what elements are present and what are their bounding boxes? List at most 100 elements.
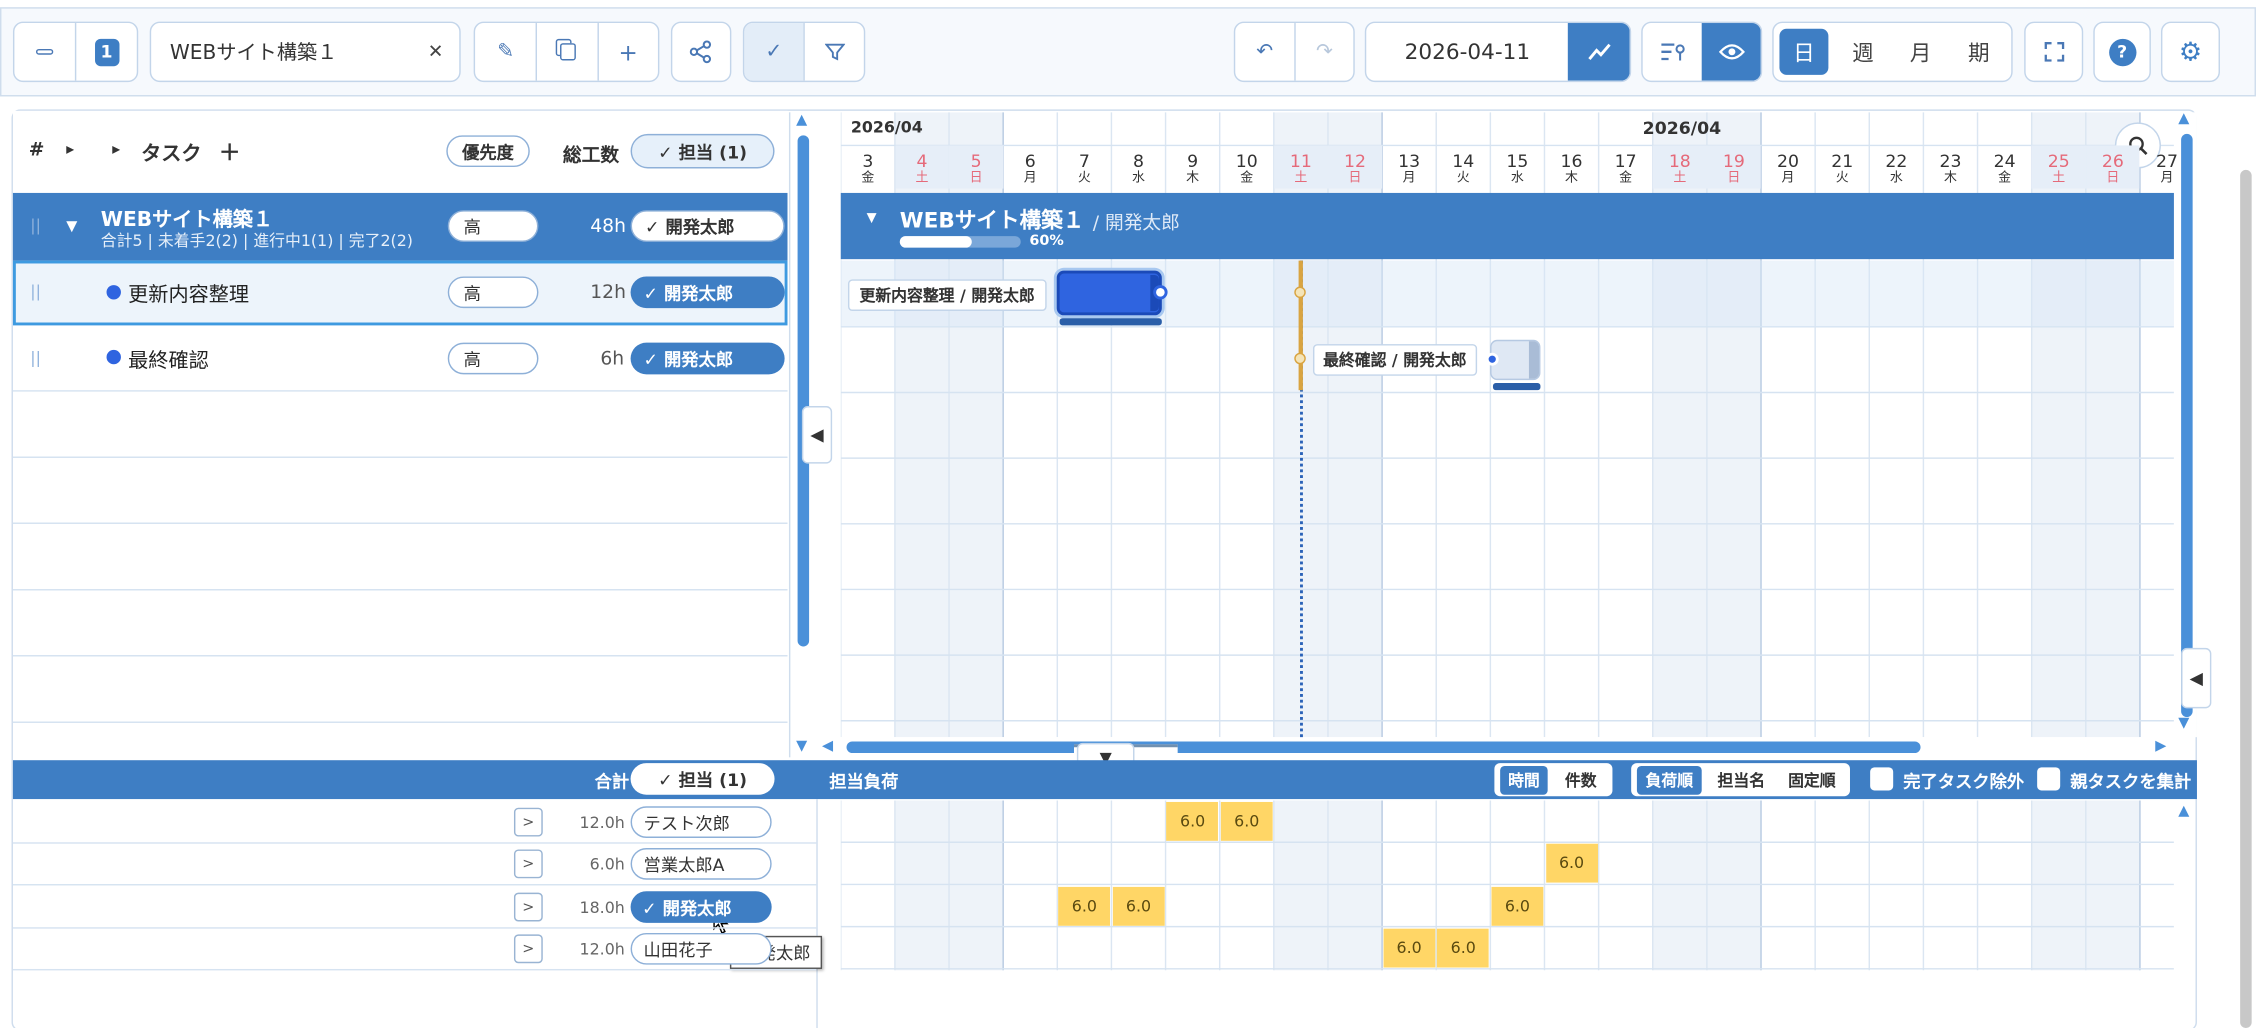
drag-handle-icon[interactable]: ||	[30, 348, 41, 367]
load-row	[12, 968, 817, 971]
task-bar[interactable]	[1056, 270, 1162, 316]
task-assignee[interactable]: ✓ 開発太郎	[630, 276, 785, 309]
timeline-scroll-thumb[interactable]	[2181, 133, 2193, 718]
expand-all-icon[interactable]: ▸	[66, 140, 74, 159]
sort-fixed-button[interactable]: 固定順	[1779, 766, 1844, 795]
expand-assignee-button[interactable]: >	[513, 849, 543, 879]
add-button[interactable]: +	[596, 23, 658, 81]
assignee-pill[interactable]: 営業太郎A	[630, 848, 772, 880]
view-day-button[interactable]: 日	[1774, 23, 1834, 81]
aggregate-parent-checkbox[interactable]	[2037, 767, 2061, 791]
today-dot	[1294, 352, 1306, 365]
weekday-label: 火	[1456, 171, 1470, 186]
exclude-done-checkbox[interactable]	[1870, 767, 1894, 791]
day-number: 14	[1452, 151, 1475, 172]
task-assignee[interactable]: ✓ 開発太郎	[630, 342, 785, 375]
scroll-up-icon[interactable]: ▲	[2178, 111, 2189, 127]
weekday-label: 月	[1402, 171, 1416, 186]
load-scroll-up-icon[interactable]: ▲	[2178, 803, 2189, 819]
dependency-handle[interactable]	[1153, 285, 1168, 300]
check-icon: ✓	[765, 40, 783, 64]
project-priority[interactable]: 高	[447, 210, 539, 242]
task-name: 更新内容整理	[128, 283, 250, 307]
day-number: 20	[1777, 151, 1800, 172]
collapse-project-icon[interactable]: ▼	[867, 212, 877, 226]
weekday-label: 水	[1131, 171, 1145, 186]
collapse-right-panel-button[interactable]: ◀	[2181, 647, 2212, 709]
project-selector[interactable]: WEBサイト構築１ ✕	[149, 21, 461, 83]
view-month-button[interactable]: 月	[1892, 23, 1950, 81]
dependency-handle[interactable]	[1485, 352, 1499, 366]
clear-icon[interactable]: ✕	[428, 41, 444, 63]
share-button[interactable]	[670, 21, 732, 83]
add-task-icon[interactable]: ＋	[219, 137, 241, 167]
load-cell: 6.0	[1112, 886, 1165, 926]
weekday-label: 日	[2106, 171, 2120, 186]
filter-button[interactable]	[803, 23, 863, 81]
weekday-label: 土	[2052, 171, 2066, 186]
scroll-down-icon[interactable]: ▼	[796, 739, 807, 755]
unit-hours-button[interactable]: 時間	[1500, 765, 1548, 795]
drag-handle-icon[interactable]: ||	[30, 282, 41, 301]
project-bar-owner: / 開発太郎	[1092, 213, 1180, 235]
expand-assignee-button[interactable]: >	[513, 892, 543, 922]
view-day-label: 日	[1779, 28, 1829, 75]
day-header-cell: 25 土	[2031, 145, 2086, 189]
collapse-project-icon[interactable]: ▼	[66, 219, 77, 235]
scroll-right-icon[interactable]: ▶	[2155, 739, 2166, 755]
view-period-button[interactable]: 期	[1949, 23, 2008, 81]
day-header-cell: 14 火	[1436, 145, 1490, 188]
view-month-label: 月	[1909, 39, 1932, 66]
scroll-left-icon[interactable]: ◀	[822, 739, 833, 755]
task-table-scroll-thumb[interactable]	[797, 135, 810, 647]
redo-button[interactable]: ↷	[1294, 23, 1353, 81]
page-number-button[interactable]: 1	[74, 23, 137, 81]
assignee-pill[interactable]: 山田花子	[630, 932, 772, 965]
task-priority[interactable]: 高	[447, 342, 539, 375]
task-priority[interactable]: 高	[447, 276, 539, 309]
help-button[interactable]: ?	[2093, 21, 2151, 83]
scroll-down-icon[interactable]: ▼	[2178, 716, 2189, 732]
priority-header-button[interactable]: 優先度	[446, 135, 530, 168]
weekday-label: 水	[1889, 171, 1903, 186]
project-assignee[interactable]: ✓ 開発太郎	[630, 210, 785, 242]
load-assignee-filter-button[interactable]: ✓ 担当 (1)	[630, 763, 775, 795]
assignee-pill[interactable]: テスト次郎	[630, 806, 772, 838]
edit-button[interactable]: ✎	[475, 23, 536, 81]
date-input[interactable]: 2026-04-11	[1366, 23, 1568, 81]
weekday-label: 土	[1294, 171, 1308, 186]
drag-handle-icon[interactable]: ||	[30, 216, 41, 235]
timeline-hscroll-thumb[interactable]	[846, 741, 1921, 754]
critical-path-button[interactable]	[1643, 23, 1702, 81]
unit-count-button[interactable]: 件数	[1555, 766, 1607, 795]
undo-button[interactable]: ↶	[1235, 23, 1294, 81]
collapse-button[interactable]	[14, 23, 74, 81]
weekday-label: 土	[915, 171, 929, 186]
sort-load-button[interactable]: 負荷順	[1636, 765, 1702, 795]
expand-assignee-button[interactable]: >	[513, 807, 543, 837]
fullscreen-button[interactable]	[2024, 21, 2084, 83]
month-label-left: 2026/04	[850, 118, 923, 137]
window-scrollbar-thumb[interactable]	[2240, 169, 2252, 1028]
today-button[interactable]	[1568, 23, 1630, 81]
project-progress-fill	[899, 236, 973, 248]
copy-icon	[559, 43, 576, 61]
today-marker	[1298, 260, 1303, 391]
copy-button[interactable]	[536, 23, 597, 81]
visibility-button[interactable]	[1701, 23, 1761, 81]
weekday-label: 金	[1619, 171, 1633, 186]
assignee-pill[interactable]: ✓ 開発太郎	[630, 891, 772, 923]
settings-button[interactable]: ⚙	[2160, 21, 2220, 83]
day-number: 24	[1993, 151, 2016, 172]
task-bar-resize-handle[interactable]	[1528, 341, 1540, 379]
view-week-button[interactable]: 週	[1834, 23, 1892, 81]
collapse-left-panel-button[interactable]: ◀	[801, 406, 833, 464]
expand-level-icon[interactable]: ▸	[112, 140, 120, 159]
month-label-center: 2026/04	[1642, 118, 1722, 139]
sort-name-button[interactable]: 担当名	[1709, 766, 1774, 795]
expand-assignee-button[interactable]: >	[513, 934, 543, 964]
scroll-up-icon[interactable]: ▲	[796, 112, 807, 128]
assignee-filter-button[interactable]: ✓ 担当 (1)	[630, 133, 775, 169]
check-filter-button[interactable]: ✓	[744, 23, 804, 81]
day-header-cell: 8水	[1111, 145, 1165, 188]
